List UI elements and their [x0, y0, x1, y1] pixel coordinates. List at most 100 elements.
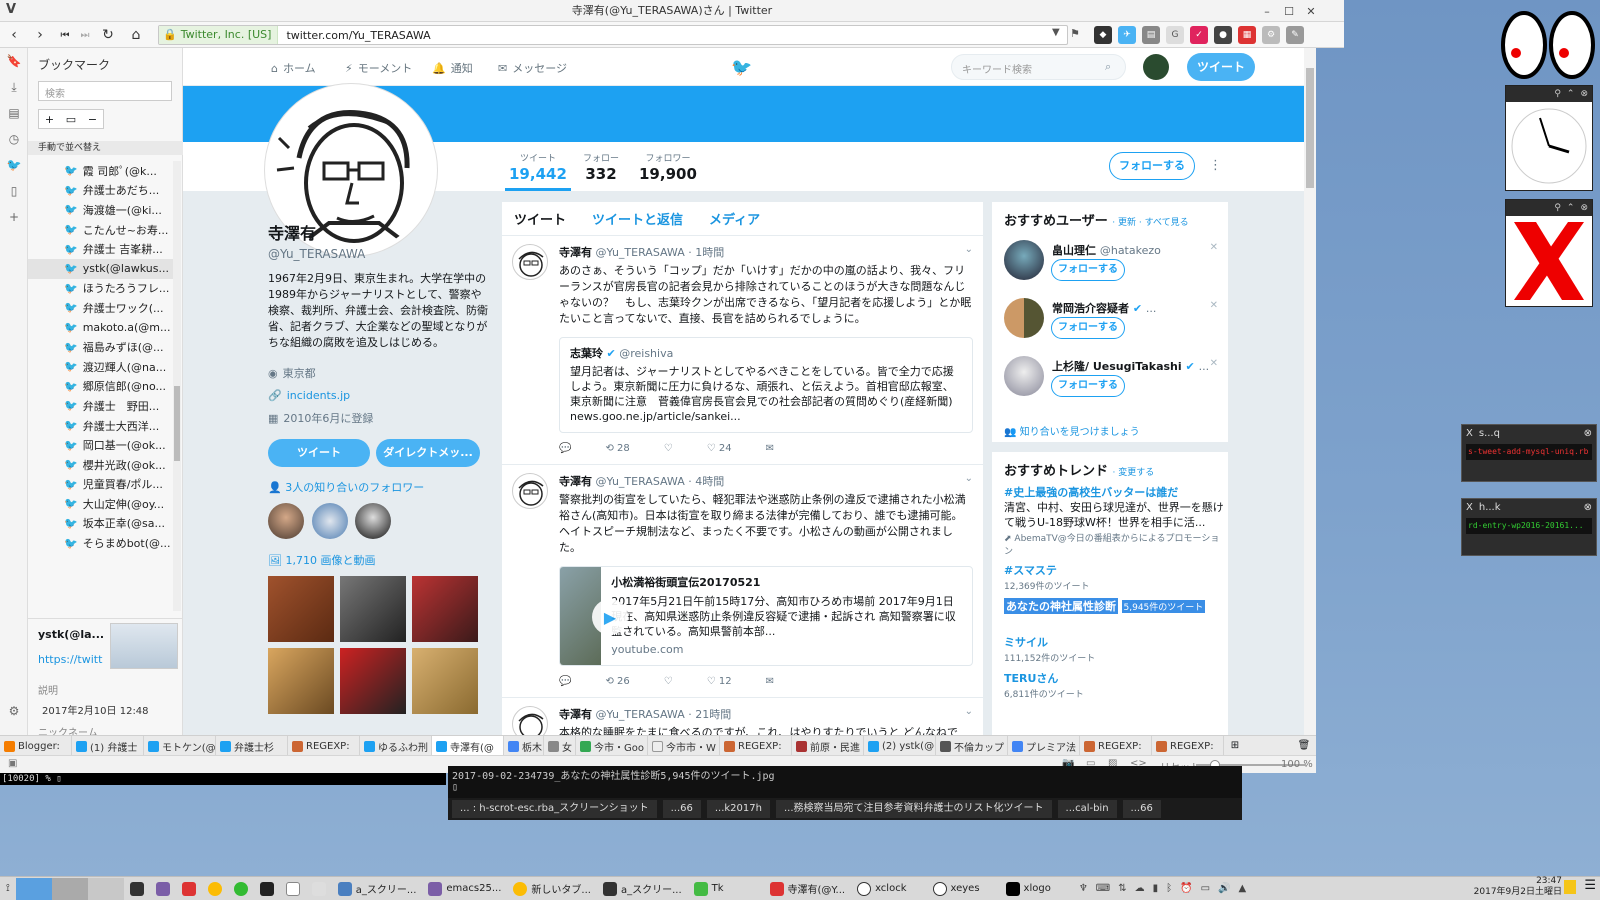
browser-tab[interactable]: 弁護士杉: [216, 736, 288, 756]
detail-link[interactable]: https://twitt: [38, 653, 102, 666]
xclock-widget[interactable]: ⚲ ⌃ ⊗: [1505, 85, 1593, 191]
close-icon[interactable]: ⊗: [1580, 89, 1588, 99]
stat-followers[interactable]: フォロワー 19,900: [639, 151, 697, 183]
browser-tab[interactable]: (1) 弁護士: [72, 736, 144, 756]
direct-message-button[interactable]: ダイレクトメッ...: [376, 439, 480, 467]
folder-icon[interactable]: ▭: [66, 113, 76, 126]
tray-icon[interactable]: ♆: [1079, 883, 1088, 894]
bookmark-item[interactable]: 🐦 岡口基一(@ok...: [28, 435, 173, 455]
search-icon[interactable]: ⌕: [1105, 60, 1111, 74]
find-friends-link[interactable]: 👥 知り合いを見つけましょう: [1004, 423, 1140, 438]
launcher-icon[interactable]: [254, 878, 280, 900]
wtf-links[interactable]: · 更新 · すべて見る: [1112, 218, 1188, 228]
taskbar-window[interactable]: xclock: [851, 878, 912, 900]
site-security-badge[interactable]: 🔒 Twitter, Inc. [US]: [159, 26, 279, 44]
bookmark-item[interactable]: 🐦 弁護士あだち...: [28, 181, 173, 201]
terminal-tab[interactable]: ...cal-bin: [1057, 800, 1117, 818]
home-icon[interactable]: ⌂: [125, 25, 147, 45]
chrome-launcher-icon[interactable]: [202, 878, 228, 900]
nav-moments[interactable]: ⚡ モーメント: [345, 60, 412, 76]
launcher-icon[interactable]: [306, 878, 332, 900]
terminal-prompt[interactable]: [10020] % ▯: [0, 773, 446, 785]
bluetooth-icon[interactable]: ᛒ: [1166, 883, 1172, 894]
recommended-user[interactable]: 上杉隆/ UesugiTakashi ✔ ... フォローする ✕: [1004, 356, 1220, 406]
workspace-3[interactable]: [87, 877, 124, 900]
tweet-avatar[interactable]: [512, 473, 548, 509]
bookmark-item[interactable]: 🐦 坂本正幸(@sa...: [28, 514, 173, 534]
taskbar-window[interactable]: emacs25...: [422, 878, 507, 900]
media-thumbnail[interactable]: [340, 576, 406, 642]
heart-check-icon[interactable]: ♡: [664, 443, 673, 454]
browser-tab[interactable]: REGEXP:: [1152, 736, 1224, 756]
tweet-avatar[interactable]: [512, 244, 548, 280]
terminal-tab[interactable]: ...66: [1122, 800, 1161, 818]
bookmark-item[interactable]: 🐦 霞 司郎ﾟ(@k...: [28, 161, 173, 181]
quoted-tweet[interactable]: 志葉玲 ✔ @reishiva 望月記者は、ジャーナリストとしてやるべきことをし…: [559, 337, 973, 433]
bookmarks-search-input[interactable]: 検索: [38, 81, 172, 101]
browser-tab[interactable]: 女: [544, 736, 576, 756]
dropdown-icon[interactable]: ▼: [1052, 27, 1060, 38]
mini-terminal[interactable]: Xh...k ⊗ rd-entry-wp2016-20161...: [1461, 498, 1597, 556]
tweet-avatar[interactable]: [512, 706, 548, 735]
workspace-2[interactable]: [51, 877, 88, 900]
trend-item[interactable]: ミサイル 111,152件のツイート: [1004, 634, 1224, 664]
close-icon[interactable]: ⊗: [1584, 502, 1592, 513]
pin-icon[interactable]: ⚲: [1554, 89, 1561, 99]
display-icon[interactable]: ▭: [1201, 883, 1210, 894]
bookmark-item[interactable]: 🐦 郷原信郎(@no...: [28, 377, 173, 397]
avatar[interactable]: [268, 503, 304, 539]
browser-tab[interactable]: 栃木: [504, 736, 544, 756]
terminal-tab[interactable]: ...66: [662, 800, 701, 818]
play-icon[interactable]: ▶: [592, 599, 628, 635]
avatar[interactable]: [1004, 298, 1044, 338]
extension-icon[interactable]: G: [1166, 26, 1184, 44]
taskbar-window[interactable]: xlogo: [986, 878, 1057, 900]
tab-media[interactable]: メディア: [709, 209, 760, 228]
trash-icon[interactable]: 🗑: [1292, 736, 1316, 755]
follow-button[interactable]: フォローする: [1051, 259, 1125, 281]
browser-tab[interactable]: (2) ystk(@: [864, 736, 936, 756]
taskbar-window[interactable]: Tk: [688, 878, 730, 900]
history-panel-icon[interactable]: ◷: [0, 126, 28, 152]
pocket-icon[interactable]: ✓: [1190, 26, 1208, 44]
bookmark-item[interactable]: 🐦 大山定伸(@oy...: [28, 494, 173, 514]
stat-following[interactable]: フォロー 332: [583, 151, 619, 183]
taskbar-window[interactable]: 寺澤有(@Y...: [730, 878, 852, 900]
media-link[interactable]: 🖼 1,710 画像と動画: [268, 552, 488, 568]
reply-icon[interactable]: 💬: [559, 443, 571, 454]
avatar[interactable]: [1004, 356, 1044, 396]
battery-icon[interactable]: ▮: [1153, 883, 1159, 894]
terminal-tab[interactable]: ...務検察当局宛て注目参考資料弁護士のリスト化ツイート: [775, 800, 1052, 818]
url-text[interactable]: twitter.com/Yu_TERASAWA: [278, 29, 430, 42]
stat-tweets[interactable]: ツイート 19,442: [509, 151, 567, 183]
recommended-user[interactable]: 畠山理仁 @hatakezo フォローする ✕: [1004, 240, 1220, 290]
up-arrow-icon[interactable]: ▲: [1239, 883, 1247, 894]
settings-gear-icon[interactable]: ⚙: [0, 698, 28, 724]
workspace-1[interactable]: [15, 877, 52, 900]
browser-tab[interactable]: ゆるふわ刑: [360, 736, 432, 756]
bookmarks-panel-icon[interactable]: 🔖: [0, 48, 28, 74]
tweet[interactable]: ⌄ 寺澤有 @Yu_TERASAWA · 4時間 警察批判の街宣をしていたら、軽…: [502, 465, 983, 698]
minimize-icon[interactable]: –: [1256, 0, 1278, 22]
mini-terminal[interactable]: Xs...q ⊗ s-tweet-add-mysql-uniq.rb: [1461, 424, 1597, 482]
bookmark-item[interactable]: 🐦 児童買春/ポル...: [28, 475, 173, 495]
bookmark-item[interactable]: 🐦 こたんせ~お寿...: [28, 220, 173, 240]
notes-panel-icon[interactable]: ▤: [0, 100, 28, 126]
add-bookmark-icon[interactable]: +: [45, 113, 54, 126]
menu-icon[interactable]: ☰: [1584, 878, 1596, 893]
tab-tweets[interactable]: ツイート: [514, 209, 566, 228]
page-panel-icon[interactable]: ▯: [0, 178, 28, 204]
profile-url[interactable]: 🔗 incidents.jp: [268, 389, 488, 402]
chevron-up-icon[interactable]: ⌃: [1567, 89, 1575, 99]
taskbar-window[interactable]: a_スクリー...: [332, 878, 423, 900]
media-thumbnail[interactable]: [412, 576, 478, 642]
follow-button[interactable]: フォローする: [1109, 152, 1195, 180]
extension-icon[interactable]: ✎: [1286, 26, 1304, 44]
fast-forward-icon[interactable]: ⏭: [74, 25, 96, 45]
bookmark-item[interactable]: 🐦 そらまめbot(@...: [28, 533, 173, 553]
vivaldi-menu-icon[interactable]: V: [6, 2, 16, 17]
terminal-tab[interactable]: ... : h-scrot-esc.rba_スクリーンショット: [452, 800, 657, 818]
trend-item[interactable]: #スマステ 12,369件のツイート: [1004, 562, 1224, 592]
link-card[interactable]: ▶ 小松満裕街頭宣伝20170521 2017年5月21日午前15時17分、高知…: [559, 566, 973, 666]
browser-tab[interactable]: 今市・Goo: [576, 736, 648, 756]
